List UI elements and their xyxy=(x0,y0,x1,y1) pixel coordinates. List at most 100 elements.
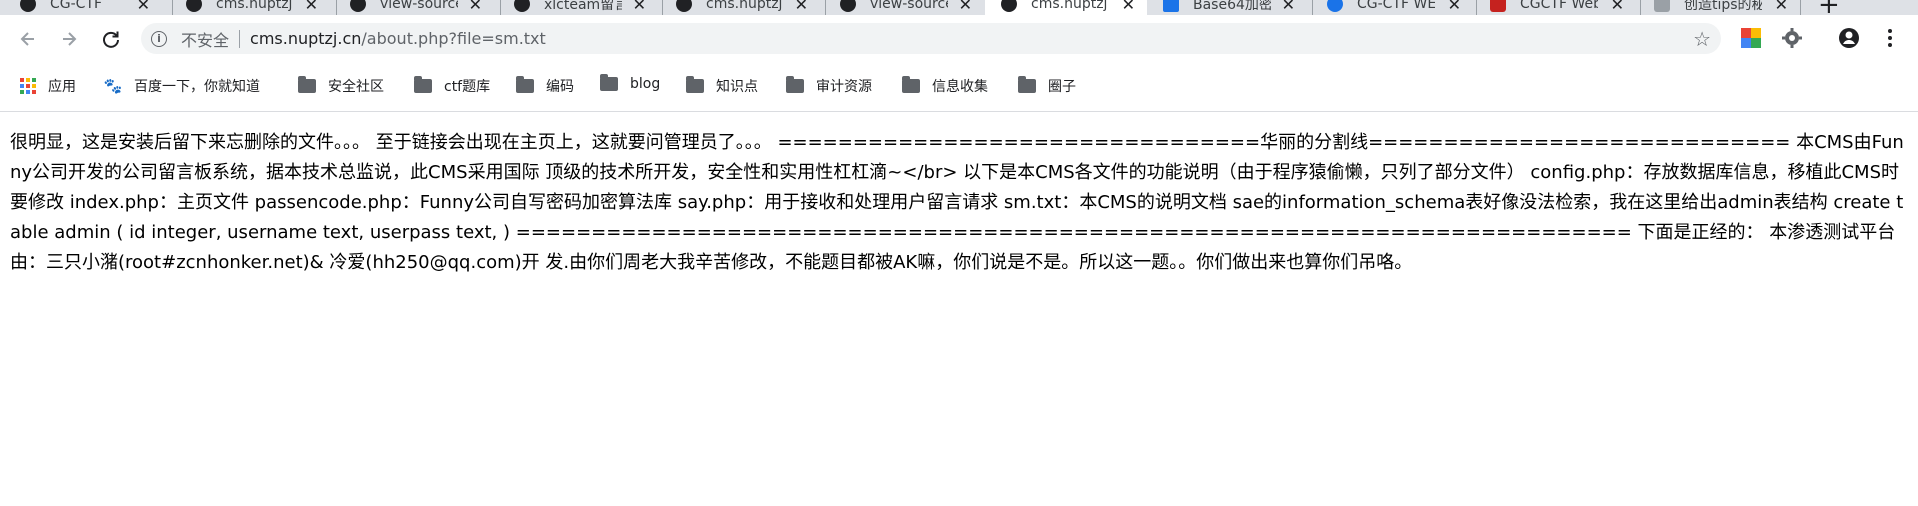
close-icon[interactable]: ✕ xyxy=(1282,0,1295,14)
close-icon[interactable]: ✕ xyxy=(1611,0,1624,14)
bookmark-label: 百度一下，你就知道 xyxy=(134,79,260,95)
tab-separator xyxy=(500,0,501,15)
tab-separator xyxy=(662,0,663,15)
url-path: /about.php?file=sm.txt xyxy=(361,29,546,48)
tab-9[interactable]: CGCTF Web ✕ xyxy=(1490,0,1632,15)
bookmark-apps[interactable]: 应用 xyxy=(20,76,76,96)
url-host: cms.nuptzj.cn xyxy=(250,29,362,48)
tab-title: CGCTF Web xyxy=(1520,0,1598,12)
tips-icon xyxy=(1654,0,1670,12)
tab-title: Base64加密 xyxy=(1193,0,1271,13)
tab-title: cms.nuptzj.cn xyxy=(706,0,784,12)
folder-icon xyxy=(600,74,618,91)
tab-6-active[interactable]: cms.nuptzj.cn ✕ xyxy=(985,0,1147,15)
folder-icon xyxy=(298,76,316,93)
bookmark-folder-security[interactable]: 安全社区 xyxy=(298,76,384,96)
close-icon[interactable]: ✕ xyxy=(305,0,318,14)
bookmark-label: 圈子 xyxy=(1048,79,1076,95)
bookmark-folder-blog[interactable]: blog xyxy=(600,74,661,92)
tab-separator xyxy=(336,0,337,15)
tab-1[interactable]: cms.nuptzj.cn ✕ xyxy=(186,0,326,15)
bookmark-label: 应用 xyxy=(48,79,76,95)
close-icon[interactable]: ✕ xyxy=(1122,0,1135,14)
address-bar[interactable]: i 不安全 cms.nuptzj.cn/about.php?file=sm.tx… xyxy=(141,23,1721,54)
tab-10[interactable]: 创造tips的秘 ✕ xyxy=(1654,0,1796,15)
bookmark-folder-audit[interactable]: 审计资源 xyxy=(786,76,872,96)
close-icon[interactable]: ✕ xyxy=(959,0,972,14)
close-icon[interactable]: ✕ xyxy=(1775,0,1788,14)
page-body-text: 很明显，这是安装后留下来忘删除的文件。。。 至于链接会出现在主页上，这就要问管理… xyxy=(10,132,1904,273)
forward-button[interactable] xyxy=(55,25,83,53)
tab-8[interactable]: CG-CTF WEB ✕ xyxy=(1327,0,1469,15)
tab-title: view-source xyxy=(380,0,458,12)
paw-icon xyxy=(1327,0,1343,12)
extension-colorful-icon[interactable] xyxy=(1740,27,1762,49)
close-icon[interactable]: ✕ xyxy=(795,0,808,14)
close-icon[interactable]: ✕ xyxy=(469,0,482,14)
tab-title: cms.nuptzj.cn xyxy=(1031,0,1109,12)
folder-icon xyxy=(1018,76,1036,93)
tab-title: 创造tips的秘 xyxy=(1684,0,1762,13)
bookmark-baidu[interactable]: 🐾 百度一下，你就知道 xyxy=(104,76,260,96)
note-icon xyxy=(1490,0,1506,12)
tab-separator xyxy=(1476,0,1477,15)
apps-icon xyxy=(20,78,36,94)
globe-icon xyxy=(186,0,202,12)
bookmark-folder-circle[interactable]: 圈子 xyxy=(1018,76,1076,96)
bookmark-folder-ctf[interactable]: ctf题库 xyxy=(414,76,490,96)
close-icon[interactable]: ✕ xyxy=(633,0,646,14)
tab-separator xyxy=(1640,0,1641,15)
globe-icon xyxy=(840,0,856,12)
tab-strip: CG-CTF ✕ cms.nuptzj.cn ✕ view-source ✕ x… xyxy=(0,0,1918,15)
info-icon[interactable]: i xyxy=(151,30,167,47)
globe-icon xyxy=(676,0,692,12)
bookmark-label: 审计资源 xyxy=(816,79,872,95)
globe-icon xyxy=(1001,0,1017,12)
browser-toolbar: i 不安全 cms.nuptzj.cn/about.php?file=sm.tx… xyxy=(0,15,1918,62)
new-tab-button[interactable]: + xyxy=(1818,0,1840,15)
tab-title: CG-CTF xyxy=(50,0,103,12)
bookmark-folder-knowledge[interactable]: 知识点 xyxy=(686,76,758,96)
folder-icon xyxy=(786,76,804,93)
bookmark-label: blog xyxy=(630,76,661,92)
tab-5[interactable]: view-source ✕ xyxy=(840,0,980,15)
tab-separator xyxy=(172,0,173,15)
back-button[interactable] xyxy=(14,25,42,53)
bookmark-label: 编码 xyxy=(546,79,574,95)
account-icon[interactable] xyxy=(1838,27,1860,49)
tab-2[interactable]: view-source ✕ xyxy=(350,0,490,15)
extension-gear-icon[interactable] xyxy=(1781,27,1803,49)
bookmark-label: 安全社区 xyxy=(328,79,384,95)
close-icon[interactable]: ✕ xyxy=(137,0,150,14)
globe-icon xyxy=(350,0,366,12)
reload-button[interactable] xyxy=(97,25,125,53)
tab-3[interactable]: xlcteam留言 ✕ xyxy=(514,0,654,15)
bookmark-folder-recon[interactable]: 信息收集 xyxy=(902,76,988,96)
folder-icon xyxy=(686,76,704,93)
bookmark-label: 信息收集 xyxy=(932,79,988,95)
close-icon[interactable]: ✕ xyxy=(1448,0,1461,14)
folder-icon xyxy=(516,76,534,93)
globe-icon xyxy=(20,0,36,12)
tab-title: cms.nuptzj.cn xyxy=(216,0,294,12)
tab-separator xyxy=(825,0,826,15)
tab-4[interactable]: cms.nuptzj.cn ✕ xyxy=(676,0,816,15)
tab-7[interactable]: Base64加密 ✕ xyxy=(1163,0,1303,15)
tab-title: view-source xyxy=(870,0,948,12)
menu-kebab-icon[interactable] xyxy=(1885,27,1895,49)
bookmark-label: 知识点 xyxy=(716,79,758,95)
tab-separator xyxy=(1312,0,1313,15)
reload-icon xyxy=(103,31,119,48)
tab-0[interactable]: CG-CTF ✕ xyxy=(20,0,160,15)
bookmark-folder-encoding[interactable]: 编码 xyxy=(516,76,574,96)
tab-separator xyxy=(1800,0,1801,15)
globe-icon xyxy=(514,0,530,12)
base64-icon xyxy=(1163,0,1179,12)
arrow-right-icon xyxy=(63,32,77,46)
folder-icon xyxy=(902,76,920,93)
bookmarks-bar: 应用 🐾 百度一下，你就知道 安全社区 ctf题库 编码 blog 知识点 审计… xyxy=(0,62,1918,112)
tab-title: CG-CTF WEB xyxy=(1357,0,1435,12)
star-icon[interactable]: ☆ xyxy=(1693,27,1711,51)
bookmark-label: ctf题库 xyxy=(444,79,491,95)
security-label[interactable]: 不安全 xyxy=(181,27,229,51)
